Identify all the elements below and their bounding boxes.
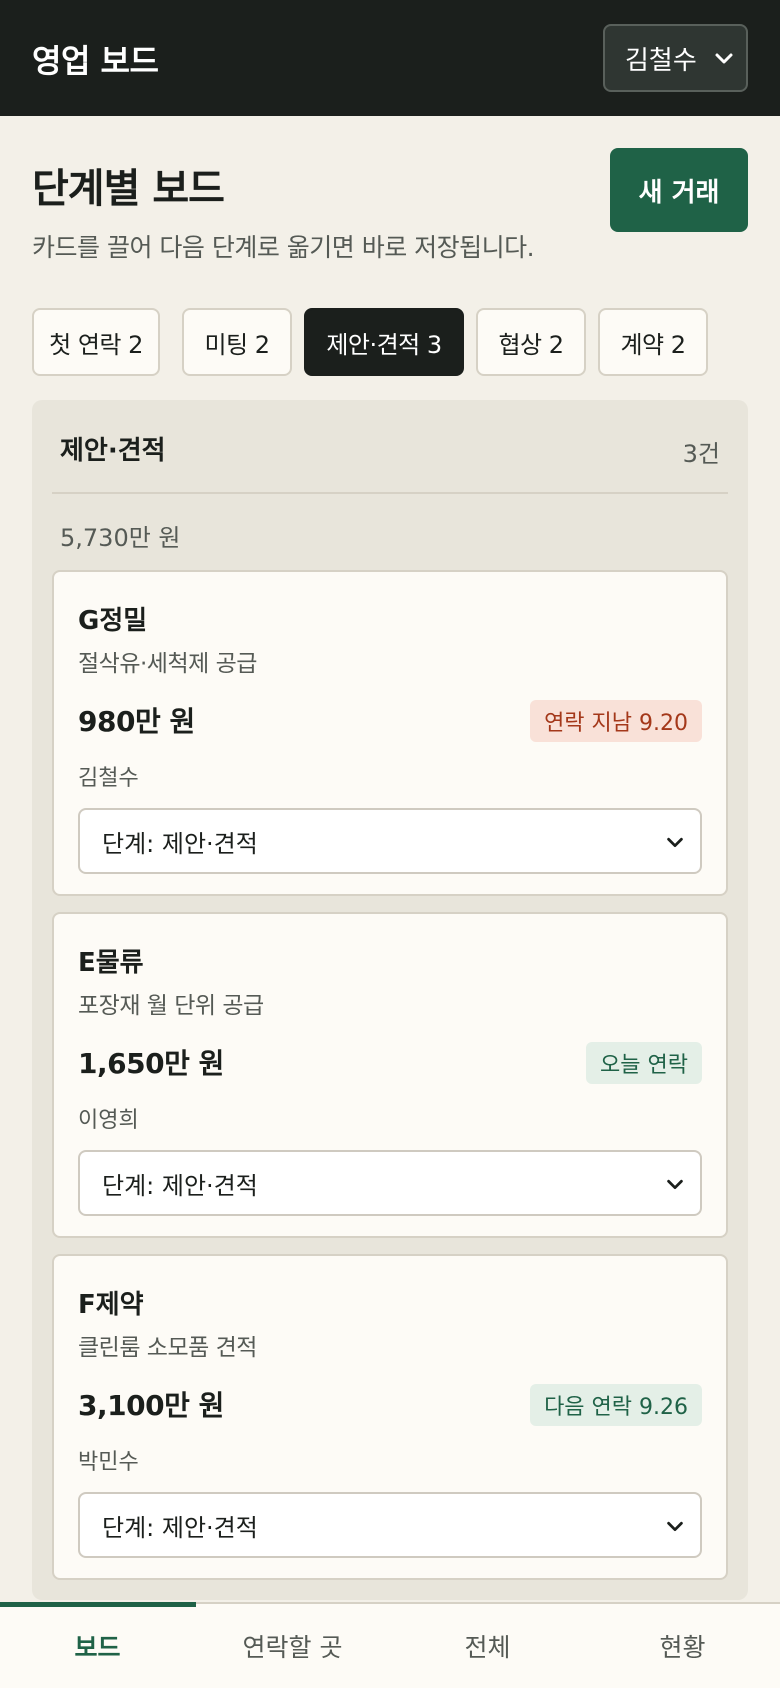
deal-description: 포장재 월 단위 공급 [78,993,264,1019]
tab-negotiation[interactable]: 협상 2 [476,308,586,376]
page-subtitle: 카드를 끌어 다음 단계로 옮기면 바로 저장됩니다. [32,233,535,262]
deal-owner: 이영희 [78,1108,139,1133]
chevron-down-icon [715,53,733,64]
stage-select-value: 단계: 제안·견적 [102,1513,258,1542]
stage-select-value: 단계: 제안·견적 [102,1171,258,1200]
nav-board[interactable]: 보드 [0,1604,195,1688]
deal-description: 클린룸 소모품 견적 [78,1335,257,1361]
column-divider [52,492,728,494]
deal-card[interactable]: E물류 포장재 월 단위 공급 1,650만 원 오늘 연락 이영희 단계: 제… [52,912,728,1238]
deal-company: E물류 [78,948,144,978]
deal-card[interactable]: G정밀 절삭유·세척제 공급 980만 원 연락 지남 9.20 김철수 단계:… [52,570,728,896]
top-bar: 영업 보드 김철수 [0,0,780,116]
deal-owner: 박민수 [78,1450,139,1475]
stage-select[interactable]: 단계: 제안·견적 [78,808,702,874]
nav-contacts[interactable]: 연락할 곳 [195,1604,390,1688]
tab-meeting[interactable]: 미팅 2 [182,308,292,376]
contact-badge: 다음 연락 9.26 [530,1384,702,1426]
page-title: 단계별 보드 [32,166,225,212]
chevron-down-icon [667,837,683,848]
chevron-down-icon [667,1179,683,1190]
contact-badge: 연락 지남 9.20 [530,700,702,742]
tab-proposal[interactable]: 제안·견적 3 [304,308,464,376]
deal-amount: 980만 원 [78,705,195,738]
deal-company: G정밀 [78,606,148,636]
deal-description: 절삭유·세척제 공급 [78,651,257,677]
column-total: 5,730만 원 [60,524,181,552]
deal-company: F제약 [78,1290,144,1320]
tab-first-contact[interactable]: 첫 연락 2 [32,308,160,376]
nav-all[interactable]: 전체 [390,1604,585,1688]
tab-contract[interactable]: 계약 2 [598,308,708,376]
stage-column: 제안·견적 3건 5,730만 원 G정밀 절삭유·세척제 공급 980만 원 … [32,400,748,1600]
new-deal-button[interactable]: 새 거래 [610,148,748,232]
stage-select-value: 단계: 제안·견적 [102,829,258,858]
user-select-value: 김철수 [625,45,697,76]
bottom-nav: 보드 연락할 곳 전체 현황 [0,1602,780,1688]
user-select[interactable]: 김철수 [603,24,748,92]
column-title: 제안·견적 [60,436,166,466]
deal-card[interactable]: F제약 클린룸 소모품 견적 3,100만 원 다음 연락 9.26 박민수 단… [52,1254,728,1580]
deal-amount: 3,100만 원 [78,1389,224,1422]
stage-select[interactable]: 단계: 제안·견적 [78,1150,702,1216]
deal-owner: 김철수 [78,766,139,791]
app-title: 영업 보드 [32,42,159,80]
stage-select[interactable]: 단계: 제안·견적 [78,1492,702,1558]
nav-status[interactable]: 현황 [585,1604,780,1688]
contact-badge: 오늘 연락 [586,1042,702,1084]
chevron-down-icon [667,1521,683,1532]
column-count: 3건 [682,440,720,468]
deal-amount: 1,650만 원 [78,1047,224,1080]
